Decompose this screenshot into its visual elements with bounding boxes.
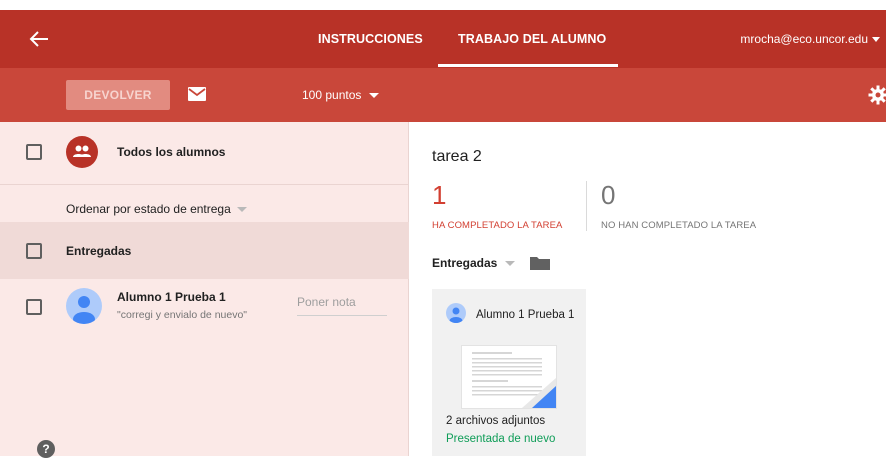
- chevron-down-icon: [872, 37, 880, 42]
- group-header-row: Entregadas: [0, 222, 409, 279]
- sort-dropdown[interactable]: Ordenar por estado de entrega: [66, 202, 247, 216]
- account-email: mrocha@eco.uncor.edu: [740, 32, 868, 46]
- divider: [0, 184, 409, 185]
- completed-count[interactable]: 1: [432, 180, 446, 211]
- assignment-title: tarea 2: [432, 148, 482, 166]
- student-name: Alumno 1 Prueba 1: [117, 290, 226, 304]
- help-icon[interactable]: ?: [37, 440, 55, 458]
- not-completed-count[interactable]: 0: [601, 180, 615, 211]
- return-button[interactable]: DEVOLVER: [66, 80, 170, 110]
- avatar: [66, 288, 102, 324]
- chevron-down-icon: [505, 261, 515, 266]
- all-students-label: Todos los alumnos: [117, 145, 225, 159]
- select-all-checkbox[interactable]: [26, 144, 42, 160]
- app-header: INSTRUCCIONES TRABAJO DEL ALUMNO mrocha@…: [0, 10, 886, 68]
- not-completed-label[interactable]: NO HAN COMPLETADO LA TAREA: [601, 220, 756, 231]
- grade-input[interactable]: Poner nota: [297, 295, 356, 309]
- chevron-down-icon: [369, 93, 379, 98]
- completed-label[interactable]: HA COMPLETADO LA TAREA: [432, 220, 563, 231]
- sort-label: Ordenar por estado de entrega: [66, 202, 231, 216]
- submission-filter-dropdown[interactable]: Entregadas: [432, 256, 515, 270]
- submission-card[interactable]: Alumno 1 Prueba 1 2 archivos adjuntos Pr…: [432, 289, 586, 456]
- attachments-count: 2 archivos adjuntos: [446, 415, 545, 427]
- submission-status: Presentada de nuevo: [446, 433, 555, 445]
- toolbar: DEVOLVER 100 puntos: [0, 68, 886, 122]
- chevron-down-icon: [237, 207, 247, 212]
- tab-instructions[interactable]: INSTRUCCIONES: [318, 32, 423, 46]
- gear-icon[interactable]: [868, 85, 886, 110]
- select-group-checkbox[interactable]: [26, 243, 42, 259]
- tab-student-work[interactable]: TRABAJO DEL ALUMNO: [458, 32, 606, 46]
- student-comment: "corregi y envialo de nuevo": [117, 309, 247, 321]
- folder-icon[interactable]: [530, 256, 550, 275]
- group-icon: [66, 136, 98, 168]
- filter-label: Entregadas: [432, 256, 497, 270]
- all-students-row[interactable]: Todos los alumnos: [0, 122, 409, 184]
- back-arrow-icon[interactable]: [28, 29, 50, 49]
- student-list-panel: Todos los alumnos Ordenar por estado de …: [0, 122, 409, 456]
- mail-icon[interactable]: [188, 87, 206, 106]
- attachment-thumbnail[interactable]: [461, 345, 557, 409]
- card-student-name: Alumno 1 Prueba 1: [476, 306, 576, 324]
- active-tab-indicator: [438, 64, 618, 67]
- group-label: Entregadas: [66, 244, 131, 258]
- points-label: 100 puntos: [302, 88, 361, 102]
- grade-input-underline: [297, 315, 387, 316]
- student-checkbox[interactable]: [26, 299, 42, 315]
- stats-divider: [586, 181, 587, 231]
- points-dropdown[interactable]: 100 puntos: [302, 88, 379, 102]
- avatar: [446, 303, 466, 323]
- account-menu[interactable]: mrocha@eco.uncor.edu: [740, 32, 880, 46]
